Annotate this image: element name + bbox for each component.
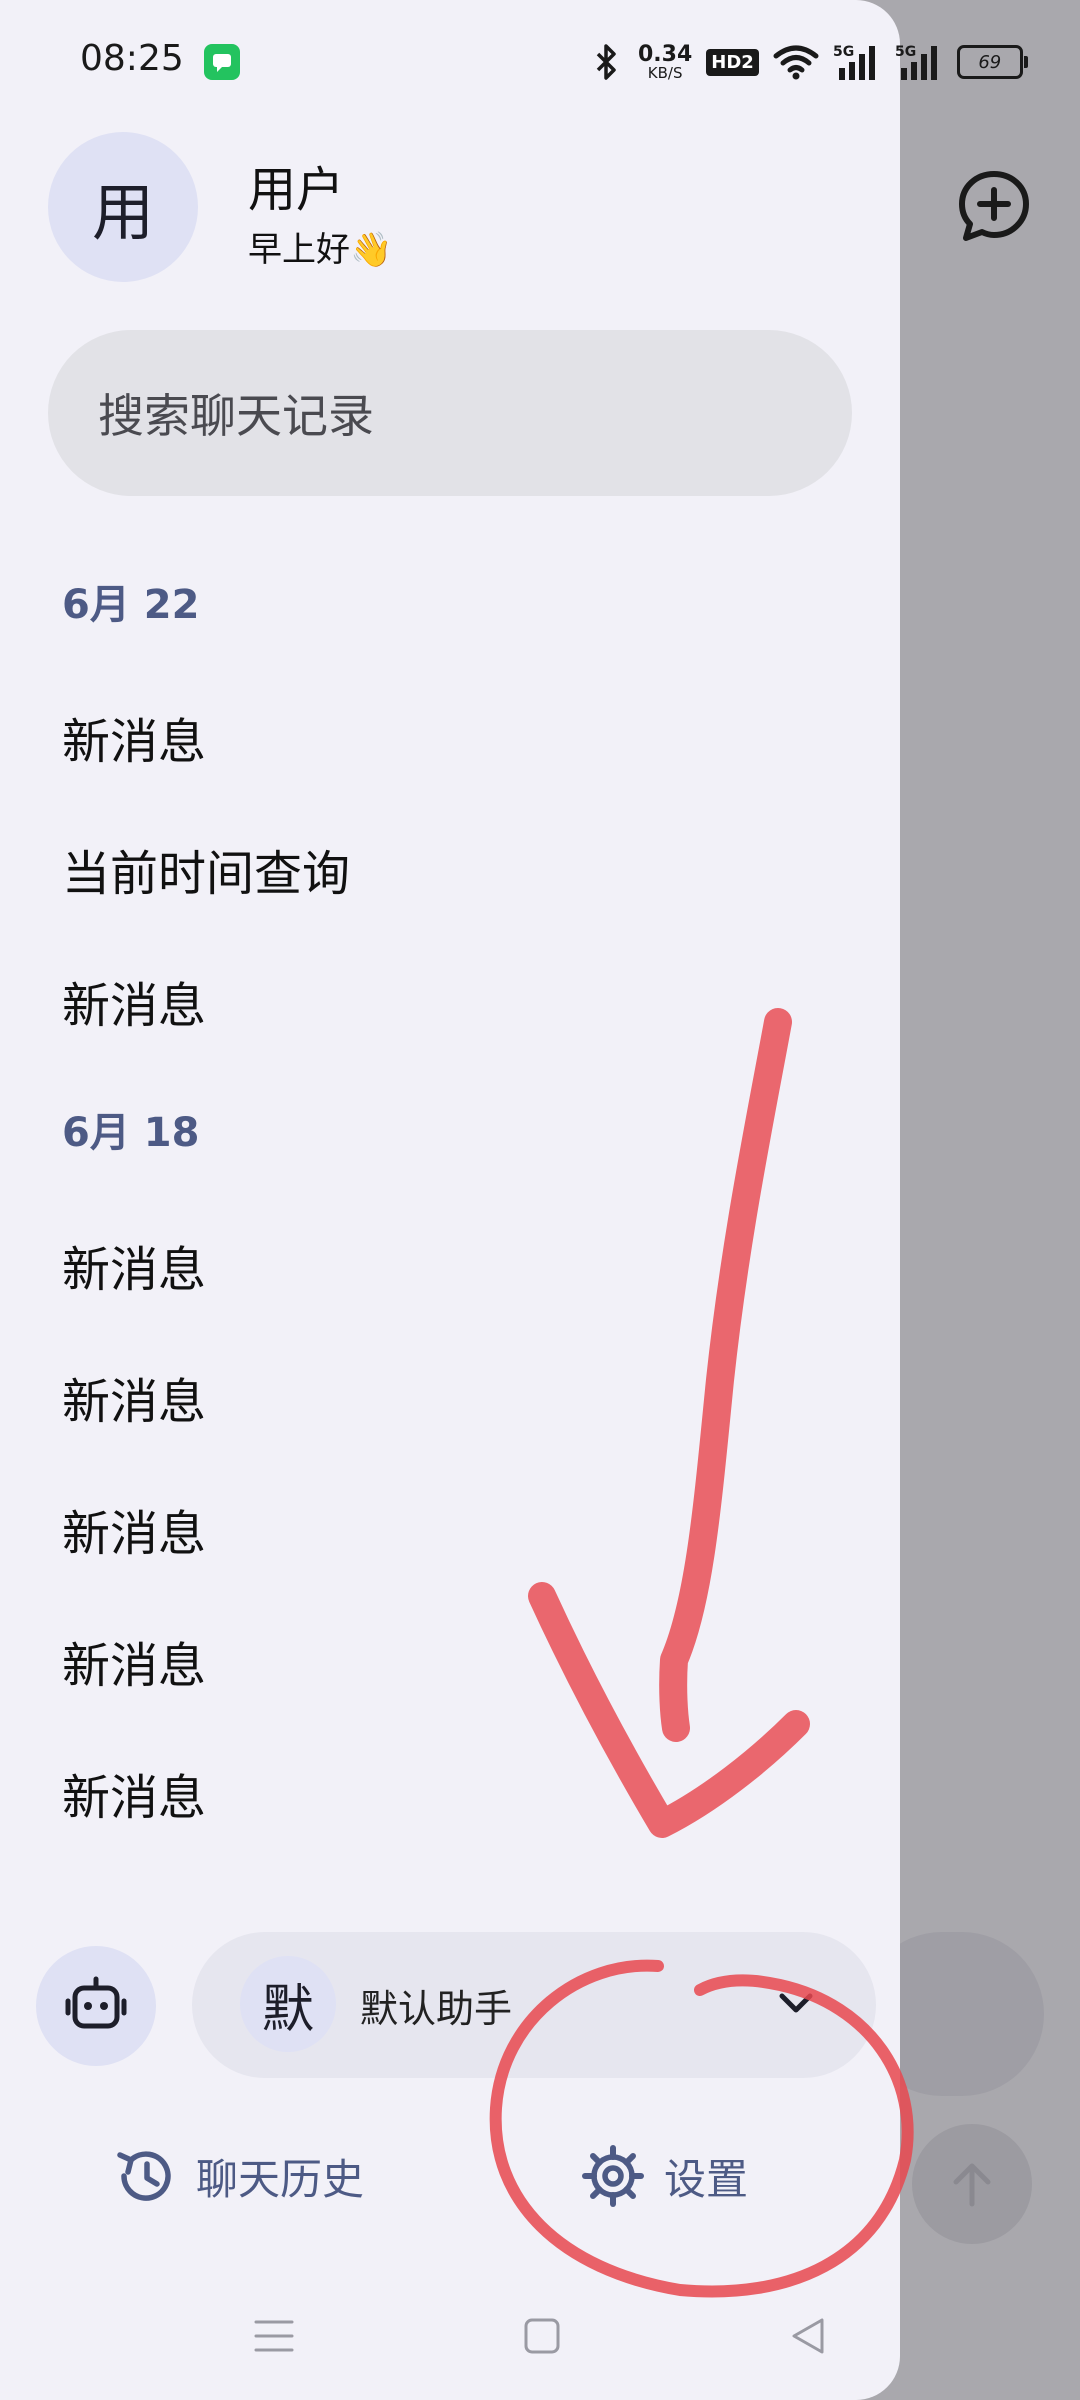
network-speed: 0.34 KB/S [638,41,693,82]
status-icons: 0.34 KB/S HD2 5G 5G 69 [590,36,1028,88]
network-speed-unit: KB/S [647,63,683,82]
gear-icon [582,2145,644,2207]
signal-5g-icon: 5G [895,44,937,80]
settings-button[interactable]: 设置 [580,2134,748,2218]
date-header: 6月 18 [62,1110,200,1156]
signal-5g-icon: 5G [833,44,875,80]
battery-level: 69 [978,51,1002,73]
history-item[interactable]: 新消息 [62,1494,206,1564]
signal-5g-label: 5G [833,44,854,60]
history-icon [117,2151,171,2201]
history-item[interactable]: 新消息 [62,1230,206,1300]
hd-badge: HD2 [706,48,759,76]
robot-icon [65,1976,127,2029]
settings-label: 设置 [664,2154,749,2204]
wifi-icon [773,45,819,80]
new-chat-icon [959,171,1029,241]
send-button [912,2124,1032,2244]
navigation-drawer: 08:25 0.34 KB/S HD2 5G 5G 69 用 用户 早上好👋 搜… [0,0,1028,2400]
avatar-initial: 用 [91,176,154,249]
assistant-avatar: 默 [240,1956,336,2052]
user-name: 用户 [248,162,345,218]
greeting-text: 早上好👋 [248,230,393,270]
assistant-avatar-char: 默 [261,1979,314,2040]
history-item[interactable]: 新消息 [62,1626,206,1696]
message-app-icon [204,44,240,80]
chat-history-button[interactable]: 聊天历史 [112,2134,364,2218]
bluetooth-icon [596,44,616,80]
chat-history-list[interactable]: 6月 22 新消息 当前时间查询 新消息 6月 18 新消息 新消息 新消息 新… [0,540,900,1905]
history-item[interactable]: 新消息 [62,966,206,1036]
assistant-selector[interactable]: 默 默认助手 [192,1932,876,2078]
history-item[interactable]: 新消息 [62,1758,206,1828]
signal-5g-label: 5G [895,44,916,60]
assistant-name: 默认助手 [360,1987,513,2031]
chevron-down-icon [779,1993,813,2013]
network-speed-value: 0.34 [638,41,693,67]
chat-history-label: 聊天历史 [196,2154,365,2204]
arrow-up-icon [953,2163,991,2207]
status-time: 08:25 [80,38,184,79]
date-header: 6月 22 [62,582,200,628]
battery-icon: 69 [956,45,1028,79]
back-nav-icon[interactable] [786,2314,830,2358]
history-item[interactable]: 新消息 [62,702,206,772]
history-item[interactable]: 新消息 [62,1362,206,1432]
menu-nav-icon[interactable] [252,2314,296,2358]
history-item[interactable]: 当前时间查询 [62,834,350,904]
history-item[interactable]: 词题解决方法 [62,1890,350,1905]
search-placeholder: 搜索聊天记录 [98,389,374,443]
search-input[interactable]: 搜索聊天记录 [48,330,852,496]
home-nav-icon[interactable] [520,2314,564,2358]
user-avatar[interactable]: 用 [48,132,198,282]
assistant-button[interactable] [36,1946,156,2066]
